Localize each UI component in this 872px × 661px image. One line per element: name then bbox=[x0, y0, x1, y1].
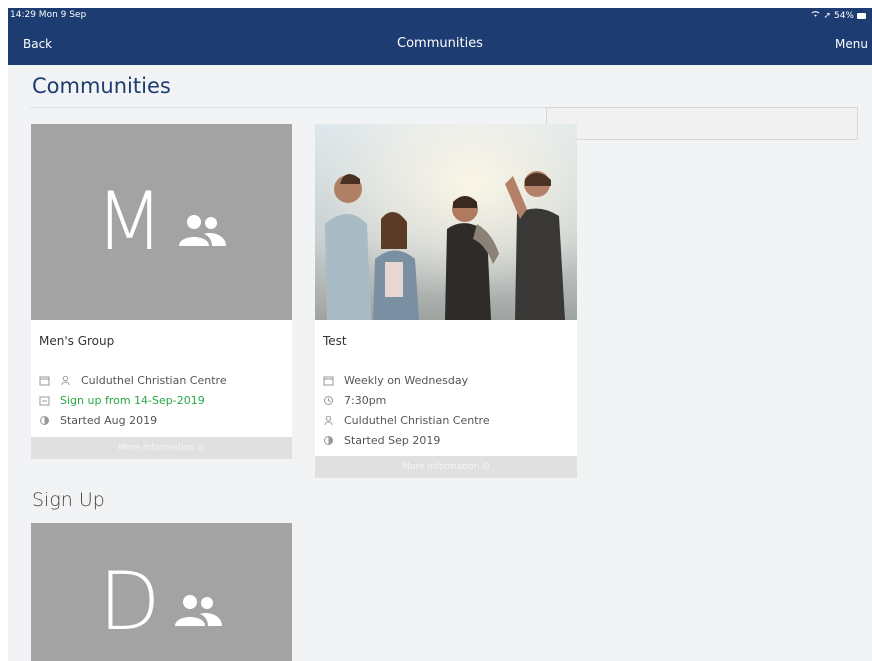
card-info-list: Culduthel Christian Centre Sign up from … bbox=[31, 362, 292, 430]
card-info-list: Weekly on Wednesday 7:30pm Culduthel Chr… bbox=[315, 362, 577, 450]
battery-percent: 54% bbox=[833, 10, 854, 21]
card-started: Started Sep 2019 bbox=[344, 433, 441, 447]
card-info-item: Culduthel Christian Centre bbox=[39, 370, 292, 390]
card-photo bbox=[315, 124, 577, 320]
more-information-button[interactable]: More information ⊙ bbox=[31, 437, 292, 459]
signup-icon bbox=[39, 395, 52, 406]
card-title: Men's Group bbox=[39, 334, 115, 348]
location-arrow-icon: ➚ bbox=[823, 10, 831, 21]
clock-icon bbox=[323, 395, 336, 406]
card-placeholder-image: D bbox=[31, 523, 292, 661]
calendar-icon bbox=[39, 375, 52, 386]
status-right: ➚ 54% bbox=[811, 10, 866, 21]
card-info-item: Sign up from 14-Sep-2019 bbox=[39, 390, 292, 410]
status-bar: 14:29 Mon 9 Sep ➚ 54% bbox=[8, 8, 872, 23]
community-card-mens-group[interactable]: M Men's Group Culduthel Christian Centre… bbox=[31, 124, 292, 459]
calendar-icon bbox=[323, 375, 336, 386]
nav-bar: Back Communities Menu bbox=[8, 23, 872, 65]
group-photo-image bbox=[315, 124, 577, 320]
started-icon bbox=[323, 435, 336, 446]
card-initial: M bbox=[94, 175, 165, 268]
card-location: Culduthel Christian Centre bbox=[344, 413, 490, 427]
card-location: Culduthel Christian Centre bbox=[81, 373, 227, 387]
search-input[interactable] bbox=[546, 107, 858, 140]
card-started: Started Aug 2019 bbox=[60, 413, 158, 427]
card-info-item: Started Aug 2019 bbox=[39, 410, 292, 430]
page-title: Communities bbox=[32, 74, 171, 98]
community-card-test[interactable]: Test Weekly on Wednesday 7:30pm Culduthe… bbox=[315, 124, 577, 478]
wifi-icon bbox=[811, 10, 820, 21]
card-info-item: Weekly on Wednesday bbox=[323, 370, 577, 390]
card-time: 7:30pm bbox=[344, 393, 387, 407]
card-placeholder-image: M bbox=[31, 124, 292, 320]
battery-icon bbox=[857, 12, 866, 19]
status-time: 14:29 Mon 9 Sep bbox=[10, 10, 87, 20]
people-icon bbox=[175, 595, 223, 626]
signup-card[interactable]: D bbox=[31, 523, 292, 661]
card-info-item: 7:30pm bbox=[323, 390, 577, 410]
people-icon bbox=[179, 215, 227, 246]
menu-button[interactable]: Menu bbox=[835, 37, 868, 51]
card-title: Test bbox=[323, 334, 347, 348]
card-schedule: Weekly on Wednesday bbox=[344, 373, 469, 387]
location-icon bbox=[60, 375, 73, 386]
card-info-item: Started Sep 2019 bbox=[323, 430, 577, 450]
card-signup-date: Sign up from 14-Sep-2019 bbox=[60, 393, 205, 407]
nav-title: Communities bbox=[397, 36, 483, 51]
section-title-sign-up: Sign Up bbox=[32, 489, 105, 511]
more-information-button[interactable]: More information ⊙ bbox=[315, 456, 577, 478]
location-icon bbox=[323, 415, 336, 426]
card-initial: D bbox=[98, 555, 161, 648]
started-icon bbox=[39, 415, 52, 426]
main-content: Communities M Men's Group Culduthel Chri… bbox=[8, 65, 872, 661]
card-info-item: Culduthel Christian Centre bbox=[323, 410, 577, 430]
